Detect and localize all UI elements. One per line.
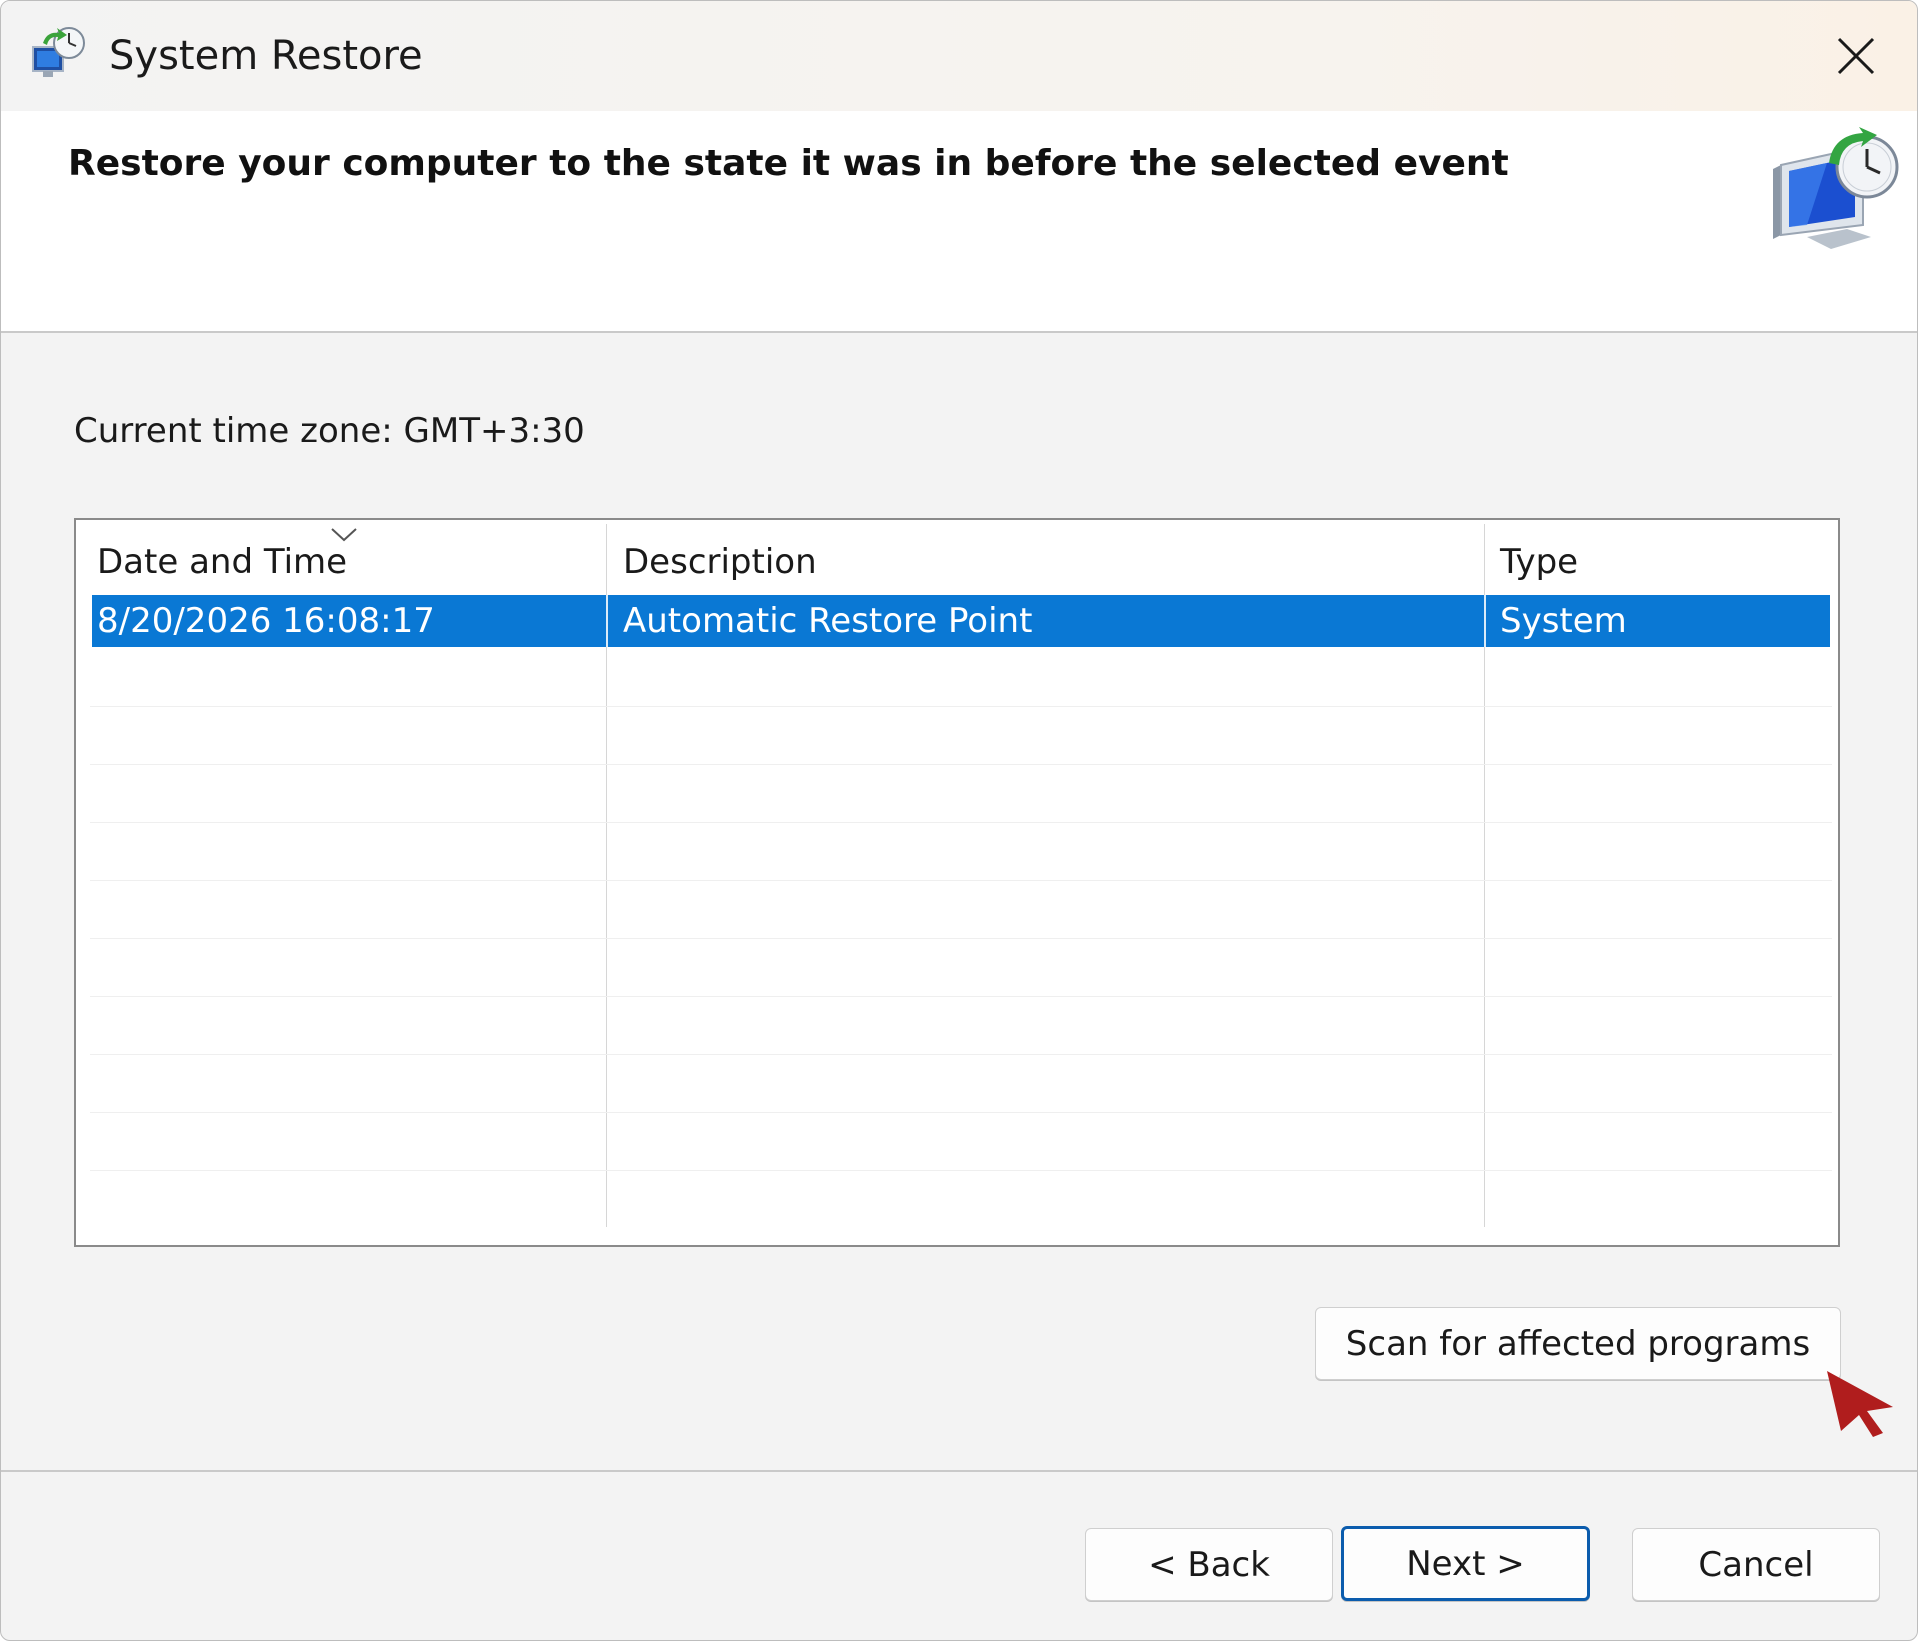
restore-points-table[interactable]: Date and Time Description Type 8/20/2026… xyxy=(74,518,1840,1247)
row-gridline xyxy=(90,938,1832,939)
row-gridline xyxy=(90,880,1832,881)
table-row[interactable]: 8/20/2026 16:08:17 Automatic Restore Poi… xyxy=(92,595,1830,647)
mouse-pointer-icon xyxy=(1827,1371,1893,1437)
title-bar: System Restore xyxy=(1,1,1917,111)
system-restore-window: System Restore Restore your computer to … xyxy=(0,0,1918,1641)
wizard-header: Restore your computer to the state it wa… xyxy=(1,111,1917,333)
footer-divider xyxy=(1,1470,1917,1472)
system-restore-icon xyxy=(32,27,85,77)
cell-divider xyxy=(606,595,608,647)
close-icon xyxy=(1837,37,1875,75)
row-gridline xyxy=(90,996,1832,997)
timezone-label: Current time zone: GMT+3:30 xyxy=(74,411,585,451)
cell-description: Automatic Restore Point xyxy=(623,601,1033,641)
row-gridline xyxy=(90,706,1832,707)
cell-divider xyxy=(1484,595,1486,647)
chevron-down-icon xyxy=(331,528,357,542)
column-header-description[interactable]: Description xyxy=(623,540,817,584)
next-button[interactable]: Next > xyxy=(1341,1526,1590,1601)
row-gridline xyxy=(90,1054,1832,1055)
column-header-date-time[interactable]: Date and Time xyxy=(97,540,347,584)
back-button[interactable]: < Back xyxy=(1085,1528,1333,1601)
row-gridline xyxy=(90,822,1832,823)
row-gridline xyxy=(90,1170,1832,1171)
close-button[interactable] xyxy=(1811,23,1901,89)
cell-type: System xyxy=(1500,601,1627,641)
system-restore-monitor-icon xyxy=(1773,127,1899,249)
cancel-button[interactable]: Cancel xyxy=(1632,1528,1880,1601)
scan-affected-programs-button[interactable]: Scan for affected programs xyxy=(1315,1307,1841,1380)
row-gridline xyxy=(90,1112,1832,1113)
row-gridline xyxy=(90,764,1832,765)
window-title: System Restore xyxy=(109,33,423,79)
cell-date-time: 8/20/2026 16:08:17 xyxy=(97,601,435,641)
column-header-type[interactable]: Type xyxy=(1500,540,1578,584)
page-heading: Restore your computer to the state it wa… xyxy=(68,143,1509,184)
